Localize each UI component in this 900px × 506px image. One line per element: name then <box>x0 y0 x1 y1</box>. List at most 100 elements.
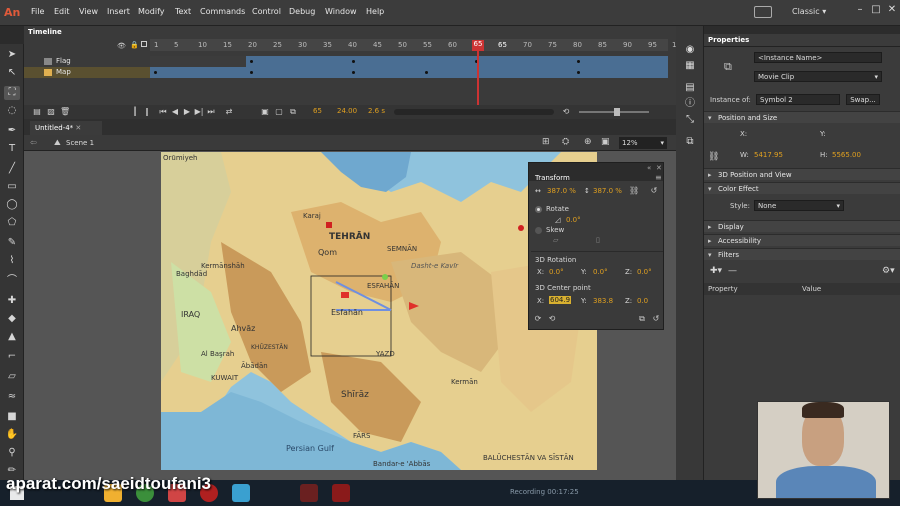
animate-icon[interactable] <box>300 484 318 502</box>
lock-icon[interactable]: 🔒 <box>130 41 139 49</box>
keyframe[interactable] <box>352 60 355 63</box>
transform-icon[interactable]: ⤡ <box>684 114 696 126</box>
loop-playback-icon[interactable]: ⇄ <box>224 107 234 117</box>
edit-multiple-icon[interactable]: ⧉ <box>288 107 298 117</box>
zoom-tool-icon[interactable]: ⚲ <box>4 446 20 460</box>
menu-text[interactable]: Text <box>175 7 191 16</box>
new-layer-icon[interactable]: ▤ <box>32 107 42 117</box>
rot-x-value[interactable]: 0.0° <box>549 268 564 276</box>
keyframe[interactable] <box>154 71 157 74</box>
camera-tool-icon[interactable]: ■ <box>4 410 20 424</box>
line-tool-icon[interactable]: ╱ <box>4 162 20 176</box>
add-filter-icon[interactable]: ✚▾ <box>710 266 722 276</box>
rotate-radio[interactable] <box>535 206 542 213</box>
menu-view[interactable]: View <box>79 7 98 16</box>
align-icon[interactable]: ▤ <box>684 82 696 94</box>
keyframe[interactable] <box>250 60 253 63</box>
stage-align-icon[interactable]: ⊞ <box>542 137 550 147</box>
hand-tool-icon[interactable]: ✋ <box>4 428 20 442</box>
collapse-icon[interactable]: « <box>647 164 651 172</box>
menu-window[interactable]: Window <box>325 7 357 16</box>
display-section[interactable]: ▸ Display <box>704 220 900 232</box>
last-frame-icon[interactable]: ⏭ <box>206 107 216 117</box>
keyframe[interactable] <box>577 71 580 74</box>
panel-menu-icon[interactable]: ≡ <box>655 173 662 182</box>
next-frame-icon[interactable]: ▶| <box>194 107 204 117</box>
layer-name[interactable]: Flag <box>56 57 71 65</box>
ink-bottle-icon[interactable]: ▲ <box>4 330 20 344</box>
new-folder-icon[interactable]: ▨ <box>46 107 56 117</box>
scene-select-icon[interactable]: ⛭ <box>562 137 569 147</box>
current-frame[interactable]: 65 <box>313 107 322 115</box>
minimize-icon[interactable]: – <box>852 4 868 18</box>
library-icon[interactable]: ⧉ <box>684 136 696 148</box>
filters-section[interactable]: ▾ Filters <box>704 248 900 260</box>
3d-position-section[interactable]: ▸ 3D Position and View <box>704 168 900 180</box>
sync-settings-icon[interactable] <box>754 6 772 18</box>
prev-frame-icon[interactable]: ◀ <box>170 107 180 117</box>
width-tool-icon[interactable]: ≈ <box>4 390 20 404</box>
onion-skin-icon[interactable]: ▣ <box>260 107 270 117</box>
zoom-out-icon[interactable]: ⟲ <box>561 107 571 117</box>
frame-rate[interactable]: 24.00 <box>337 107 357 115</box>
subselection-tool-icon[interactable]: ↖ <box>4 66 20 80</box>
brush-tool-icon[interactable]: ⌇ <box>4 254 20 268</box>
color-panel-icon[interactable]: ◉ <box>684 44 696 56</box>
rot-y-value[interactable]: 0.0° <box>593 268 608 276</box>
scene-label[interactable]: Scene 1 <box>66 139 94 147</box>
onion-outline-icon[interactable]: ▢ <box>274 107 284 117</box>
center-y-value[interactable]: 383.8 <box>593 297 613 305</box>
keyframe[interactable] <box>352 71 355 74</box>
symbol-type-select[interactable]: Movie Clip ▾ <box>754 71 882 82</box>
menu-control[interactable]: Control <box>252 7 281 16</box>
rot-z-value[interactable]: 0.0° <box>637 268 652 276</box>
layer-row-map[interactable]: Map <box>24 67 668 78</box>
transform-title[interactable]: Transform <box>535 174 570 182</box>
color-effect-section[interactable]: ▾ Color Effect <box>704 182 900 194</box>
first-frame-icon[interactable]: ⏮ <box>158 107 168 117</box>
rectangle-tool-icon[interactable]: ▭ <box>4 180 20 194</box>
instance-name-field[interactable]: <Instance Name> <box>754 52 882 63</box>
menu-commands[interactable]: Commands <box>200 7 245 16</box>
panel-close-icon[interactable]: ✕ <box>656 164 662 172</box>
outline-icon[interactable] <box>141 41 147 47</box>
layer-row-flag[interactable]: Flag <box>24 56 668 67</box>
width-scale[interactable]: 387.0 % <box>547 187 576 195</box>
center-frame-icon[interactable]: ┃ <box>130 107 140 117</box>
properties-tab[interactable]: Properties <box>708 36 749 44</box>
playhead-marker[interactable]: 65 <box>472 40 484 51</box>
accessibility-section[interactable]: ▸ Accessibility <box>704 234 900 246</box>
frames-strip[interactable] <box>150 67 668 78</box>
maximize-icon[interactable]: □ <box>868 4 884 18</box>
eyedropper-tool-icon[interactable]: ⌐ <box>4 350 20 364</box>
reset-3d-icon[interactable]: ⟲ <box>547 314 557 324</box>
close-icon[interactable]: ✕ <box>884 4 900 18</box>
playhead[interactable] <box>477 51 479 106</box>
swap-button[interactable]: Swap... <box>846 94 880 105</box>
remove-filter-icon[interactable]: — <box>728 266 737 276</box>
skew-radio[interactable] <box>535 227 542 234</box>
menu-help[interactable]: Help <box>366 7 384 16</box>
eraser-tool-icon[interactable]: ▱ <box>4 370 20 384</box>
keyframe[interactable] <box>577 60 580 63</box>
timeline-scrollbar[interactable] <box>394 109 554 115</box>
height-scale[interactable]: 387.0 % <box>593 187 622 195</box>
center-x-value[interactable]: 604.9 <box>549 296 572 304</box>
menu-insert[interactable]: Insert <box>107 7 130 16</box>
eye-icon[interactable]: 👁 <box>117 42 126 50</box>
keyframe[interactable] <box>250 71 253 74</box>
menu-modify[interactable]: Modify <box>138 7 165 16</box>
workspace-switcher[interactable]: Classic ▾ <box>792 7 826 16</box>
polystar-tool-icon[interactable]: ⬠ <box>4 216 20 230</box>
link-proportions-icon[interactable]: ⛓ <box>708 152 719 162</box>
menu-file[interactable]: File <box>31 7 44 16</box>
duplicate-transform-icon[interactable]: ⧉ <box>637 314 647 324</box>
info-icon[interactable]: ⓘ <box>684 98 696 110</box>
oval-tool-icon[interactable]: ◯ <box>4 198 20 212</box>
pen-tool-icon[interactable]: ✒ <box>4 124 20 138</box>
close-tab-icon[interactable]: ✕ <box>75 124 81 132</box>
position-size-section[interactable]: ▾ Position and Size <box>704 111 900 123</box>
play-icon[interactable]: ▶ <box>182 107 192 117</box>
bone-tool-icon[interactable]: ✚ <box>4 294 20 308</box>
keyframe[interactable] <box>425 71 428 74</box>
